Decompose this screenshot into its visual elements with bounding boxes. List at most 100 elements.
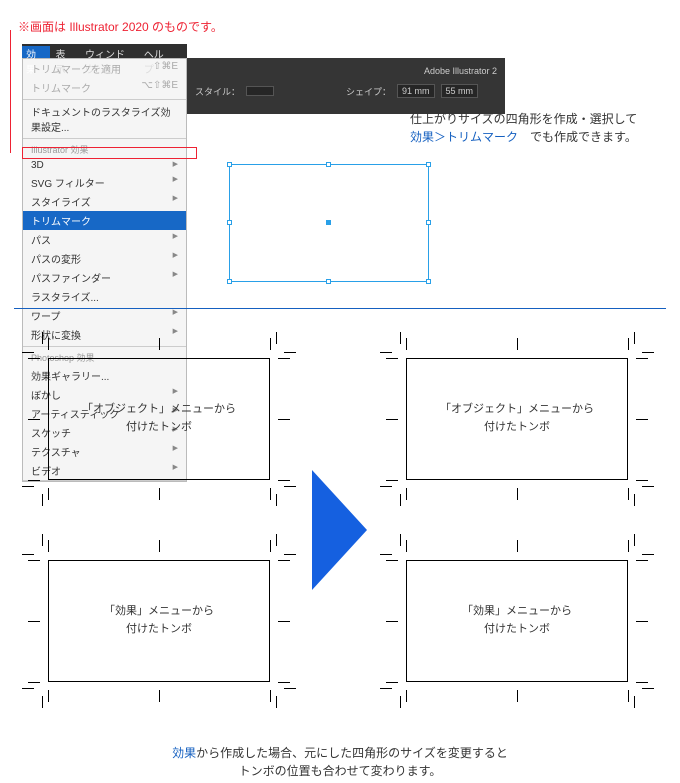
handle-center[interactable] [326, 220, 331, 225]
trim-mark [380, 688, 392, 689]
handle-tr[interactable] [426, 162, 431, 167]
card-line: 「オブジェクト」メニューから [49, 401, 269, 419]
trim-mark [380, 554, 392, 555]
trim-mark [42, 494, 43, 506]
trim-mark [636, 560, 648, 561]
trim-mark [517, 338, 518, 350]
trim-mark [636, 621, 648, 622]
side-line2-rest: でも作成できます。 [518, 130, 637, 144]
side-description: 仕上がりサイズの四角形を作成・選択して 効果＞トリムマーク でも作成できます。 [410, 110, 637, 146]
trim-mark [270, 540, 271, 552]
shape-w[interactable]: 91 mm [397, 84, 435, 98]
mi-trimmarks[interactable]: トリムマーク [23, 211, 186, 230]
trim-mark [380, 352, 392, 353]
trim-mark [386, 480, 398, 481]
shape-h[interactable]: 55 mm [441, 84, 479, 98]
card-line: 「オブジェクト」メニューから [407, 401, 627, 419]
card-line: 付けたトンボ [49, 419, 269, 437]
card-object-before: 「オブジェクト」メニューから 付けたトンボ [48, 358, 270, 480]
bottom-blue: 効果 [172, 746, 196, 760]
trim-mark [406, 540, 407, 552]
trim-mark [42, 332, 43, 344]
trim-mark [400, 696, 401, 708]
trim-mark [406, 690, 407, 702]
handle-br[interactable] [426, 279, 431, 284]
menubar-view[interactable]: 表示 [56, 46, 76, 58]
trim-mark [278, 560, 290, 561]
trim-mark [380, 486, 392, 487]
card-line: 付けたトンボ [49, 621, 269, 639]
menu-head-illustrator: Illustrator 効果 [23, 141, 186, 158]
bottom-text2: トンボの位置も合わせて変わります。 [239, 764, 442, 778]
side-line2-blue: 効果＞トリムマーク [410, 130, 518, 144]
trim-mark [276, 332, 277, 344]
menubar: 効果 表示 ウィンドウ ヘルプ [22, 44, 187, 58]
handle-tl[interactable] [227, 162, 232, 167]
card-line: 「効果」メニューから [407, 603, 627, 621]
trim-mark [636, 358, 648, 359]
mi-rasterize[interactable]: ラスタライズ... [23, 287, 186, 306]
mi-apply-trim: トリムマークを適用⇧⌘E [23, 59, 186, 78]
trim-mark [278, 358, 290, 359]
mi-svg[interactable]: SVG フィルター [23, 173, 186, 192]
trim-mark [28, 682, 40, 683]
trim-mark [517, 488, 518, 500]
style-field[interactable] [246, 86, 274, 96]
trim-mark [628, 488, 629, 500]
trim-mark [28, 419, 40, 420]
caption-note: ※画面は Illustrator 2020 のものです。 [18, 18, 223, 35]
trim-mark [642, 352, 654, 353]
menubar-window[interactable]: ウィンドウ [85, 46, 134, 58]
card-object-after: 「オブジェクト」メニューから 付けたトンボ [406, 358, 628, 480]
trim-mark [270, 338, 271, 350]
menubar-help[interactable]: ヘルプ [144, 46, 173, 58]
trim-mark [22, 554, 34, 555]
trim-mark [634, 332, 635, 344]
trim-mark [634, 534, 635, 546]
divider [14, 308, 666, 309]
side-line1: 仕上がりサイズの四角形を作成・選択して [410, 110, 637, 128]
selected-rectangle[interactable] [229, 164, 429, 282]
handle-tm[interactable] [326, 162, 331, 167]
bottom-text1: から作成した場合、元にした四角形のサイズを変更すると [196, 746, 508, 760]
mi-trim-last: トリムマーク⌥⇧⌘E [23, 78, 186, 97]
trim-mark [642, 486, 654, 487]
mi-distort[interactable]: パスの変形 [23, 249, 186, 268]
menubar-effect[interactable]: 効果 [22, 46, 50, 58]
trim-mark [284, 486, 296, 487]
trim-mark [159, 540, 160, 552]
trim-mark [386, 358, 398, 359]
trim-mark [48, 690, 49, 702]
trim-mark [628, 540, 629, 552]
trim-mark [400, 332, 401, 344]
trim-mark [406, 488, 407, 500]
mi-path[interactable]: パス [23, 230, 186, 249]
mi-pathfinder[interactable]: パスファインダー [23, 268, 186, 287]
trim-mark [22, 352, 34, 353]
handle-bm[interactable] [326, 279, 331, 284]
card-line: 「効果」メニューから [49, 603, 269, 621]
trim-mark [400, 494, 401, 506]
mi-stylize[interactable]: スタイライズ [23, 192, 186, 211]
mi-raster-settings[interactable]: ドキュメントのラスタライズ効果設定... [23, 102, 186, 136]
trim-mark [636, 419, 648, 420]
trim-mark [22, 688, 34, 689]
trim-mark [276, 494, 277, 506]
app-title: Adobe Illustrator 2 [195, 66, 497, 76]
trim-mark [284, 352, 296, 353]
trim-mark [628, 338, 629, 350]
handle-mr[interactable] [426, 220, 431, 225]
handle-bl[interactable] [227, 279, 232, 284]
trim-mark [386, 682, 398, 683]
trim-mark [159, 488, 160, 500]
card-line: 付けたトンボ [407, 419, 627, 437]
trim-mark [628, 690, 629, 702]
trim-mark [276, 696, 277, 708]
handle-ml[interactable] [227, 220, 232, 225]
trim-mark [48, 540, 49, 552]
callout-line [10, 30, 11, 153]
trim-mark [406, 338, 407, 350]
lower-diagram: 「オブジェクト」メニューから 付けたトンボ 「効果」メニューから 付けたトンボ … [0, 320, 680, 740]
trim-mark [517, 690, 518, 702]
mi-3d[interactable]: 3D [23, 158, 186, 173]
